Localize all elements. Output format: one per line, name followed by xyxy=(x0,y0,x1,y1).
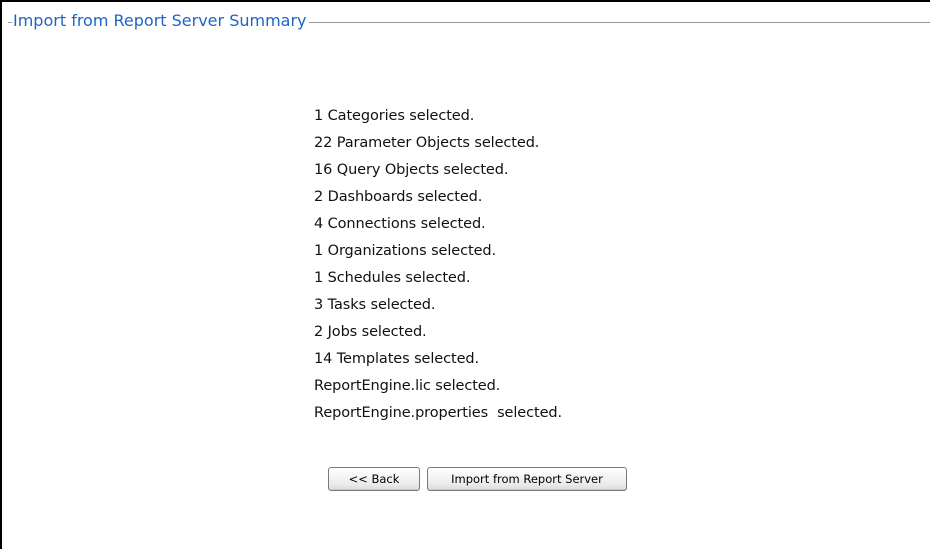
action-buttons: << Back Import from Report Server xyxy=(328,467,627,491)
summary-item-categories: 1 Categories selected. xyxy=(314,108,475,124)
summary-item-properties-file: ReportEngine.properties selected. xyxy=(314,405,562,421)
summary-item-tasks: 3 Tasks selected. xyxy=(314,297,436,313)
back-button[interactable]: << Back xyxy=(328,467,420,491)
summary-item-license-file: ReportEngine.lic selected. xyxy=(314,378,501,394)
summary-item-connections: 4 Connections selected. xyxy=(314,216,486,232)
summary-item-query-objects: 16 Query Objects selected. xyxy=(314,162,509,178)
summary-item-dashboards: 2 Dashboards selected. xyxy=(314,189,483,205)
summary-item-organizations: 1 Organizations selected. xyxy=(314,243,497,259)
summary-item-schedules: 1 Schedules selected. xyxy=(314,270,471,286)
import-from-report-server-button[interactable]: Import from Report Server xyxy=(427,467,627,491)
panel-title: Import from Report Server Summary xyxy=(12,11,309,31)
summary-item-jobs: 2 Jobs selected. xyxy=(314,324,427,340)
summary-item-parameter-objects: 22 Parameter Objects selected. xyxy=(314,135,540,151)
import-summary-frame: Import from Report Server Summary 1 Cate… xyxy=(0,0,930,549)
selection-summary-list: 1 Categories selected. 22 Parameter Obje… xyxy=(314,106,562,430)
summary-item-templates: 14 Templates selected. xyxy=(314,351,480,367)
